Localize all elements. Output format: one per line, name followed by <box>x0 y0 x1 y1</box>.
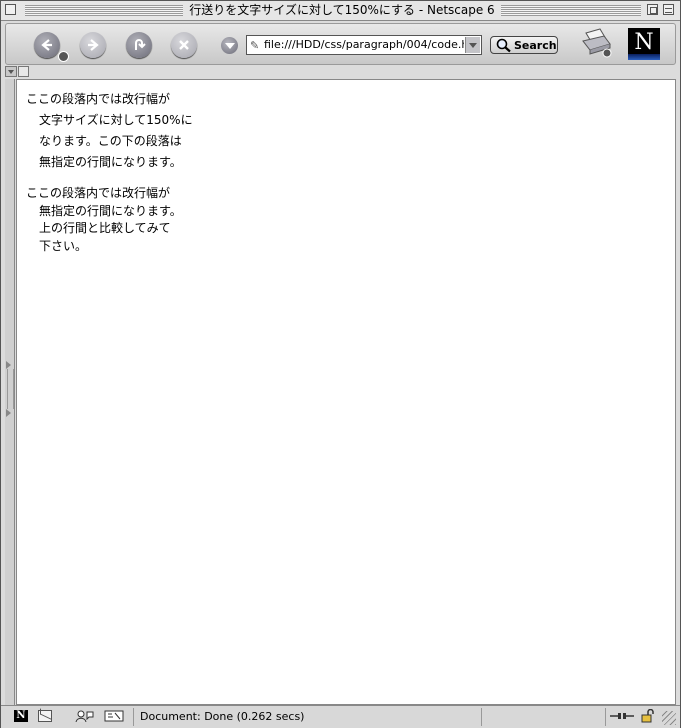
paragraph-line: ここの段落内では改行幅が <box>26 186 171 200</box>
paragraph-150-percent: ここの段落内では改行幅が 文字サイズに対して150%に なります。この下の段落は… <box>26 89 246 173</box>
browser-window: 行送りを文字サイズに対して150%にする - Netscape 6 ✎ file… <box>0 0 681 728</box>
close-box[interactable] <box>5 4 16 15</box>
url-bar[interactable]: ✎ file:///HDD/css/paragraph/004/code.htm <box>246 35 482 55</box>
url-input[interactable]: file:///HDD/css/paragraph/004/code.htm <box>264 38 464 51</box>
forward-arrow-icon <box>88 39 99 51</box>
reload-icon <box>135 39 146 50</box>
sidebar-expand-arrow-icon-2[interactable] <box>6 409 11 417</box>
tab-strip-box[interactable] <box>18 66 29 77</box>
sidebar-toggle-arrow[interactable] <box>5 66 17 77</box>
search-button[interactable]: Search <box>490 36 558 54</box>
status-separator <box>481 708 482 726</box>
status-text: Document: Done (0.262 secs) <box>140 710 305 723</box>
status-separator <box>605 708 606 726</box>
sidebar-expand-arrow-icon[interactable] <box>6 361 11 369</box>
paragraph-line: 文字サイズに対して150%に <box>39 113 193 127</box>
back-arrow-icon <box>41 39 52 51</box>
composer-icon[interactable] <box>104 710 124 722</box>
paragraph-default-spacing: ここの段落内では改行幅が 無指定の行間になります。 上の行間と比較してみて 下さ… <box>26 185 246 255</box>
paragraph-line: なります。この下の段落は <box>39 134 182 148</box>
print-icon[interactable] <box>580 27 612 59</box>
back-history-dropdown[interactable] <box>58 51 69 62</box>
mail-icon[interactable] <box>38 710 52 722</box>
reload-button[interactable] <box>126 32 152 58</box>
page-proxy-icon[interactable]: ✎ <box>250 39 259 52</box>
netscape-component-icon[interactable]: N <box>14 710 28 722</box>
paragraph-line: 下さい。 <box>39 238 88 253</box>
instant-messenger-icon[interactable] <box>75 710 95 722</box>
forward-button[interactable] <box>80 32 106 58</box>
collapse-box[interactable] <box>663 4 674 15</box>
netscape-logo[interactable]: N <box>628 28 660 60</box>
page-content: ここの段落内では改行幅が 文字サイズに対して150%に なります。この下の段落は… <box>16 79 676 705</box>
magnifier-icon <box>496 38 511 53</box>
navigation-toolbar: ✎ file:///HDD/css/paragraph/004/code.htm… <box>5 23 676 65</box>
title-bar[interactable]: 行送りを文字サイズに対して150%にする - Netscape 6 <box>1 1 680 21</box>
status-separator <box>133 708 134 726</box>
resize-grip[interactable] <box>662 711 676 725</box>
paragraph-line: ここの段落内では改行幅が <box>26 92 171 106</box>
online-status-icon[interactable] <box>610 711 634 721</box>
zoom-box[interactable] <box>647 4 658 15</box>
paragraph-line: 無指定の行間になります。 <box>39 155 182 169</box>
window-title: 行送りを文字サイズに対して150%にする - Netscape 6 <box>183 2 501 19</box>
paragraph-line: 上の行間と比較してみて <box>39 221 171 235</box>
sidebar-tab-row <box>5 66 676 78</box>
search-label: Search <box>514 39 557 52</box>
paragraph-line: 無指定の行間になります。 <box>39 203 182 218</box>
stop-icon <box>179 40 189 50</box>
sidebar-collapsed[interactable] <box>5 79 15 705</box>
stop-button[interactable] <box>171 32 197 58</box>
title-stripes-left <box>25 5 183 16</box>
url-history-dropdown-button[interactable] <box>221 37 238 54</box>
status-bar: N Document: Done (0.262 secs) <box>1 705 680 728</box>
security-lock-icon[interactable] <box>641 709 655 723</box>
url-dropdown-arrow[interactable] <box>465 37 480 53</box>
title-stripes-right <box>501 5 641 16</box>
back-button[interactable] <box>34 32 60 58</box>
sidebar-grip[interactable] <box>7 369 14 409</box>
